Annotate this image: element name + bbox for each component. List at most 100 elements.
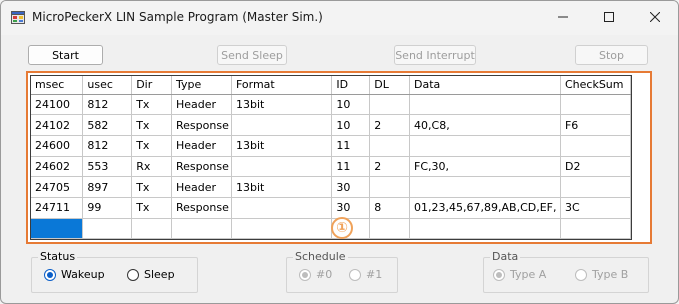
table-cell[interactable]: 13bit [231, 176, 333, 198]
table-cell[interactable]: Header [171, 94, 232, 116]
table-cell[interactable]: 13bit [231, 94, 333, 116]
table-cell[interactable]: 553 [82, 156, 133, 178]
close-button[interactable] [632, 1, 678, 33]
column-header-msec[interactable]: msec [31, 76, 84, 95]
selected-cell[interactable] [31, 218, 84, 239]
table-cell[interactable]: 99 [82, 197, 133, 219]
window-title: MicroPeckerX LIN Sample Program (Master … [32, 10, 323, 24]
table-cell[interactable]: 11 [331, 135, 371, 157]
table-cell[interactable]: 10 [331, 114, 371, 136]
column-header-checksum[interactable]: CheckSum [560, 76, 631, 95]
table-cell[interactable]: 40,C8, [409, 114, 561, 136]
table-cell[interactable] [369, 176, 411, 198]
table-cell[interactable] [369, 218, 411, 239]
table-cell[interactable]: 30 [331, 176, 371, 198]
schedule-1-label: #1 [366, 268, 383, 281]
column-header-dl[interactable]: DL [369, 76, 411, 95]
table-cell[interactable]: 8 [369, 197, 411, 219]
table-cell[interactable]: 812 [82, 135, 133, 157]
table-cell[interactable]: Rx [131, 156, 172, 178]
table-cell[interactable] [171, 218, 232, 239]
start-button[interactable]: Start [28, 45, 103, 65]
column-header-type[interactable]: Type [171, 76, 232, 95]
wakeup-radio[interactable]: Wakeup [44, 268, 105, 281]
table-cell[interactable] [231, 197, 333, 219]
table-cell[interactable]: Tx [131, 94, 172, 116]
data-group-label: Data [490, 250, 521, 263]
table-cell[interactable]: Tx [131, 197, 172, 219]
table-cell[interactable] [409, 135, 561, 157]
table-cell[interactable]: 812 [82, 94, 133, 116]
table-cell[interactable] [560, 176, 631, 198]
table-cell[interactable]: 24102 [31, 114, 84, 136]
table-cell[interactable]: 24711 [31, 197, 84, 219]
table-cell[interactable] [560, 94, 631, 116]
maximize-button[interactable] [586, 1, 632, 33]
schedule-1-radio[interactable]: #1 [349, 268, 382, 281]
log-grid-highlight: msec usec Dir Type Format ID DL Data Che… [26, 71, 652, 244]
table-cell[interactable] [131, 218, 172, 239]
table-cell[interactable] [560, 135, 631, 157]
table-cell[interactable] [82, 218, 133, 239]
table-cell[interactable]: Tx [131, 176, 172, 198]
table-cell[interactable]: 2 [369, 114, 411, 136]
table-cell[interactable]: Response [171, 156, 232, 178]
table-cell[interactable]: 24705 [31, 176, 84, 198]
radio-empty-icon [349, 268, 361, 281]
table-cell[interactable]: Tx [131, 135, 172, 157]
table-cell[interactable] [231, 218, 333, 239]
stop-button[interactable]: Stop [575, 45, 648, 65]
table-cell[interactable]: 01,23,45,67,89,AB,CD,EF, [409, 197, 561, 219]
table-cell[interactable] [560, 218, 631, 239]
table-cell[interactable]: 897 [82, 176, 133, 198]
table-cell[interactable]: 3C [560, 197, 631, 219]
radio-selected-icon [44, 268, 56, 281]
minimize-button[interactable] [540, 1, 586, 33]
table-row[interactable]: 24600 812 Tx Header 13bit 11 [31, 135, 631, 157]
table-body: 24100 812 Tx Header 13bit 10 24102 582 Tx Respon… [31, 94, 631, 239]
table-cell[interactable]: 13bit [231, 135, 333, 157]
column-header-usec[interactable]: usec [82, 76, 133, 95]
column-header-format[interactable]: Format [231, 76, 333, 95]
table-cell[interactable]: 582 [82, 114, 133, 136]
table-cell[interactable]: Response [171, 197, 232, 219]
table-cell[interactable] [369, 135, 411, 157]
table-cell[interactable]: F6 [560, 114, 631, 136]
table-cell[interactable]: 2 [369, 156, 411, 178]
table-cell[interactable] [369, 94, 411, 116]
table-row[interactable]: 24100 812 Tx Header 13bit 10 [31, 94, 631, 116]
schedule-0-radio[interactable]: #0 [299, 268, 332, 281]
table-cell[interactable] [409, 176, 561, 198]
table-row[interactable]: 24602 553 Rx Response 11 2 FC,30, D2 [31, 156, 631, 178]
radio-empty-icon [127, 268, 139, 281]
table-cell[interactable] [409, 94, 561, 116]
table-row[interactable]: 24102 582 Tx Response 10 2 40,C8, F6 [31, 114, 631, 136]
send-interrupt-button[interactable]: Send Interrupt [394, 45, 476, 65]
column-header-data[interactable]: Data [409, 76, 561, 95]
table-cell[interactable]: Tx [131, 114, 172, 136]
table-cell[interactable]: FC,30, [409, 156, 561, 178]
column-header-id[interactable]: ID [331, 76, 371, 95]
table-cell[interactable] [231, 156, 333, 178]
send-sleep-button[interactable]: Send Sleep [217, 45, 287, 65]
table-cell[interactable]: D2 [560, 156, 631, 178]
table-cell[interactable] [231, 114, 333, 136]
table-cell[interactable]: 24100 [31, 94, 84, 116]
type-a-radio[interactable]: Type A [493, 268, 546, 281]
table-cell[interactable]: Header [171, 176, 232, 198]
table-cell[interactable]: 11 [331, 156, 371, 178]
table-cell[interactable]: Header [171, 135, 232, 157]
table-row[interactable]: 24705 897 Tx Header 13bit 30 [31, 176, 631, 198]
table-cell[interactable]: 30 [331, 197, 371, 219]
table-cell[interactable]: 24600 [31, 135, 84, 157]
table-cell[interactable]: 10 [331, 94, 371, 116]
table-cell[interactable]: Response [171, 114, 232, 136]
main-window: MicroPeckerX LIN Sample Program (Master … [0, 0, 679, 304]
table-cell[interactable]: 24602 [31, 156, 84, 178]
sleep-radio[interactable]: Sleep [127, 268, 175, 281]
log-grid[interactable]: msec usec Dir Type Format ID DL Data Che… [30, 75, 632, 240]
table-row[interactable]: 24711 99 Tx Response 30 8 01,23,45,67,89,AB,CD… [31, 197, 631, 219]
type-b-radio[interactable]: Type B [575, 268, 628, 281]
table-cell[interactable] [409, 218, 561, 239]
column-header-dir[interactable]: Dir [131, 76, 172, 95]
